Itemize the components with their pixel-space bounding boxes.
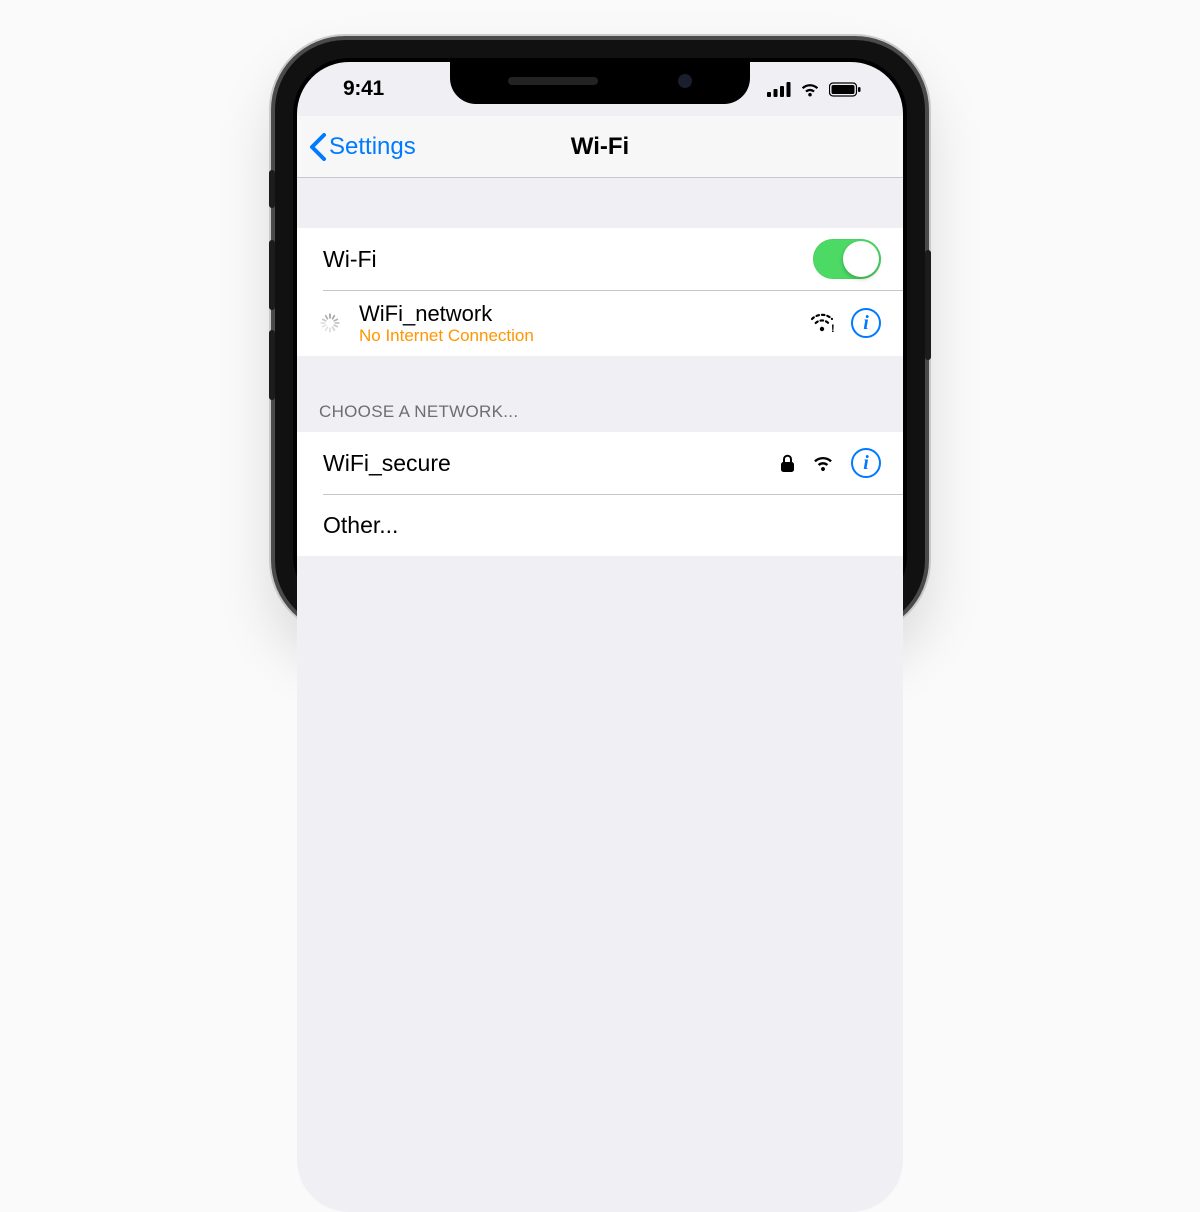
notch: [450, 58, 750, 104]
info-glyph: i: [863, 452, 869, 475]
nav-bar: Settings Wi-Fi: [297, 116, 903, 178]
group-spacer: [297, 356, 903, 402]
switch-knob: [843, 241, 879, 277]
volume-down-button: [269, 330, 275, 400]
status-indicators: [767, 82, 867, 97]
wifi-strength-icon: [811, 454, 835, 472]
network-name: WiFi_secure: [323, 450, 770, 477]
connected-network-status: No Internet Connection: [359, 326, 799, 346]
iphone-device-frame: 9:41: [275, 40, 925, 630]
info-glyph: i: [863, 312, 869, 335]
volume-up-button: [269, 240, 275, 310]
wifi-warning-icon: !: [809, 313, 835, 333]
front-camera: [678, 74, 692, 88]
group-spacer: [297, 178, 903, 228]
connected-network-name: WiFi_network: [359, 301, 799, 326]
speaker-grille: [508, 77, 598, 85]
cellular-icon: [767, 82, 791, 97]
spinner-icon: [319, 312, 341, 334]
wifi-toggle-row[interactable]: Wi-Fi: [297, 228, 903, 290]
info-button[interactable]: i: [851, 448, 881, 478]
silence-switch: [269, 170, 275, 208]
info-button[interactable]: i: [851, 308, 881, 338]
other-label: Other...: [323, 512, 881, 539]
choose-network-header: CHOOSE A NETWORK...: [297, 402, 903, 432]
network-row[interactable]: WiFi_secure i: [297, 432, 903, 494]
lock-icon: [780, 454, 795, 473]
wifi-toggle-label: Wi-Fi: [323, 246, 813, 273]
wifi-icon: [799, 82, 821, 97]
battery-icon: [829, 82, 861, 97]
wifi-toggle-group: Wi-Fi: [297, 228, 903, 356]
other-network-row[interactable]: Other...: [297, 494, 903, 556]
wifi-switch-on[interactable]: [813, 239, 881, 279]
back-button[interactable]: Settings: [297, 133, 416, 161]
connected-network-row[interactable]: WiFi_network No Internet Connection ! i: [297, 290, 903, 356]
back-label: Settings: [329, 133, 416, 161]
status-time: 9:41: [333, 77, 384, 101]
svg-text:!: !: [831, 323, 835, 333]
power-button: [925, 250, 931, 360]
screen: 9:41: [297, 62, 903, 1212]
chevron-left-icon: [309, 133, 327, 161]
available-networks-group: WiFi_secure i: [297, 432, 903, 556]
